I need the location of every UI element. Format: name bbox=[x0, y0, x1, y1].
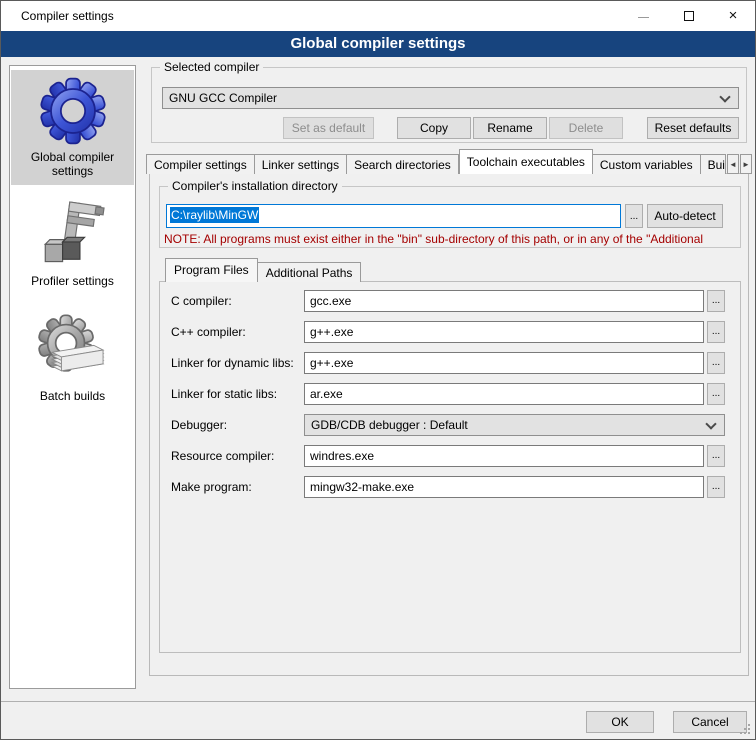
set-as-default-button[interactable]: Set as default bbox=[283, 117, 374, 139]
selected-compiler-group-label: Selected compiler bbox=[160, 60, 263, 74]
selected-compiler-combobox[interactable]: GNU GCC Compiler bbox=[162, 87, 739, 109]
sidebar-item-profiler-settings[interactable]: Profiler settings bbox=[11, 194, 134, 297]
dialog-header: Global compiler settings bbox=[1, 31, 755, 57]
subtab-additional-paths[interactable]: Additional Paths bbox=[258, 262, 362, 282]
cancel-button[interactable]: Cancel bbox=[673, 711, 747, 733]
minimize-icon bbox=[638, 17, 649, 18]
make-program-browse-button[interactable]: ... bbox=[707, 476, 725, 498]
c-compiler-input[interactable] bbox=[304, 290, 704, 312]
sidebar-item-label: Profiler settings bbox=[11, 272, 134, 292]
rename-button[interactable]: Rename bbox=[473, 117, 547, 139]
reset-defaults-button[interactable]: Reset defaults bbox=[647, 117, 739, 139]
tab-scroll-right-button[interactable]: ► bbox=[740, 154, 752, 174]
delete-button[interactable]: Delete bbox=[549, 117, 623, 139]
sidebar-item-label: Global compiler settings bbox=[11, 148, 134, 182]
sidebar-item-batch-builds[interactable]: Batch builds bbox=[11, 309, 134, 419]
selected-compiler-group: Selected compiler GNU GCC Compiler Set a… bbox=[151, 67, 747, 143]
debugger-select[interactable]: GDB/CDB debugger : Default bbox=[304, 414, 725, 436]
close-icon: × bbox=[729, 7, 738, 24]
close-button[interactable]: × bbox=[713, 1, 753, 31]
static-linker-input[interactable] bbox=[304, 383, 704, 405]
sidebar: Global compiler settings Profiler bbox=[9, 65, 136, 689]
make-program-label: Make program: bbox=[171, 476, 252, 498]
cpp-compiler-label: C++ compiler: bbox=[171, 321, 246, 343]
install-dir-browse-button[interactable]: ... bbox=[625, 204, 643, 228]
debugger-label: Debugger: bbox=[171, 414, 227, 436]
auto-detect-button[interactable]: Auto-detect bbox=[647, 204, 723, 228]
tab-custom-variables[interactable]: Custom variables bbox=[593, 154, 701, 174]
debugger-value: GDB/CDB debugger : Default bbox=[311, 415, 468, 435]
resource-compiler-browse-button[interactable]: ... bbox=[707, 445, 725, 467]
cpp-compiler-browse-button[interactable]: ... bbox=[707, 321, 725, 343]
resource-compiler-label: Resource compiler: bbox=[171, 445, 274, 467]
arrow-right-icon: ► bbox=[742, 160, 750, 169]
install-dir-selected-text: C:\raylib\MinGW bbox=[170, 207, 259, 223]
tab-scroll-left-button[interactable]: ◄ bbox=[727, 154, 739, 174]
gear-blue-icon bbox=[36, 74, 110, 148]
tab-compiler-settings[interactable]: Compiler settings bbox=[146, 154, 255, 174]
dialog-header-title: Global compiler settings bbox=[290, 35, 465, 52]
static-linker-browse-button[interactable]: ... bbox=[707, 383, 725, 405]
settings-tabstrip: Compiler settings Linker settings Search… bbox=[146, 149, 752, 174]
maximize-icon bbox=[684, 11, 694, 21]
dynamic-linker-label: Linker for dynamic libs: bbox=[171, 352, 294, 374]
compiler-settings-dialog: Compiler settings × Global compiler sett… bbox=[0, 0, 756, 740]
chevron-down-icon bbox=[719, 91, 730, 102]
resource-compiler-input[interactable] bbox=[304, 445, 704, 467]
ok-button[interactable]: OK bbox=[586, 711, 654, 733]
sidebar-item-label: Batch builds bbox=[11, 387, 134, 407]
tab-build-options[interactable]: Build bbox=[701, 154, 726, 174]
window-title: Compiler settings bbox=[21, 1, 114, 31]
selected-compiler-value: GNU GCC Compiler bbox=[169, 88, 277, 108]
bin-subdirectory-note: NOTE: All programs must exist either in … bbox=[164, 232, 742, 246]
installation-directory-group-label: Compiler's installation directory bbox=[168, 179, 342, 193]
titlebar: Compiler settings × bbox=[1, 1, 755, 31]
sidebar-item-global-compiler-settings[interactable]: Global compiler settings bbox=[11, 70, 134, 185]
c-compiler-browse-button[interactable]: ... bbox=[707, 290, 725, 312]
dynamic-linker-input[interactable] bbox=[304, 352, 704, 374]
subtab-program-files[interactable]: Program Files bbox=[165, 258, 258, 282]
static-linker-label: Linker for static libs: bbox=[171, 383, 277, 405]
copy-button[interactable]: Copy bbox=[397, 117, 471, 139]
caliper-icon bbox=[36, 198, 110, 272]
footer-divider bbox=[1, 701, 756, 702]
tab-toolchain-executables[interactable]: Toolchain executables bbox=[459, 149, 593, 174]
make-program-input[interactable] bbox=[304, 476, 704, 498]
program-files-tabstrip: Program Files Additional Paths bbox=[165, 258, 361, 282]
tab-search-directories[interactable]: Search directories bbox=[347, 154, 459, 174]
dynamic-linker-browse-button[interactable]: ... bbox=[707, 352, 725, 374]
gear-stack-icon bbox=[36, 313, 110, 387]
arrow-left-icon: ◄ bbox=[729, 160, 737, 169]
maximize-button[interactable] bbox=[669, 1, 709, 31]
minimize-button[interactable] bbox=[623, 1, 663, 31]
chevron-down-icon bbox=[705, 418, 716, 429]
install-dir-input[interactable]: C:\raylib\MinGW bbox=[166, 204, 621, 228]
tab-linker-settings[interactable]: Linker settings bbox=[255, 154, 347, 174]
resize-grip[interactable] bbox=[748, 732, 750, 734]
c-compiler-label: C compiler: bbox=[171, 290, 232, 312]
cpp-compiler-input[interactable] bbox=[304, 321, 704, 343]
